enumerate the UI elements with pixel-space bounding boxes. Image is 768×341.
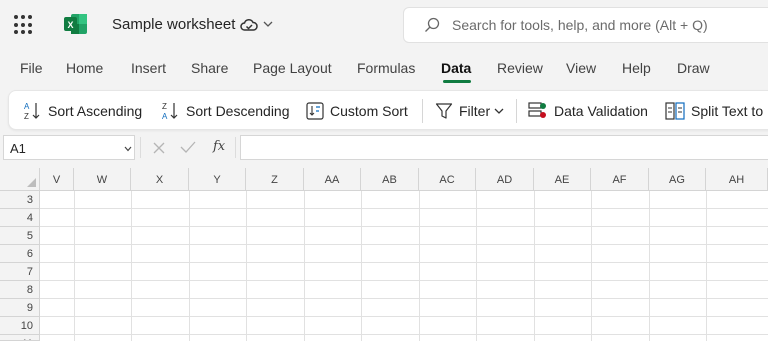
custom-sort-label: Custom Sort [330,103,408,119]
data-validation-label: Data Validation [554,103,648,119]
sort-ascending-icon: A Z [24,102,40,121]
row-header[interactable]: 9 [0,299,40,317]
close-icon[interactable] [152,141,166,155]
sort-descending-label: Sort Descending [186,103,290,119]
insert-function-icon[interactable]: fx [213,139,225,154]
column-header[interactable]: Y [189,168,246,191]
split-text-icon [665,102,685,120]
row-header[interactable]: 6 [0,245,40,263]
tab-home[interactable]: Home [66,60,103,76]
svg-text:Z: Z [162,102,167,111]
tab-help[interactable]: Help [622,60,651,76]
filter-label: Filter [459,103,491,119]
column-header[interactable]: AC [419,168,476,191]
custom-sort-button[interactable]: Custom Sort [306,100,408,122]
table-row[interactable] [40,299,768,317]
chevron-down-icon[interactable] [124,145,132,153]
active-tab-indicator [443,80,471,83]
ribbon-divider [516,99,517,123]
app-launcher-icon[interactable] [14,15,34,35]
name-box[interactable]: A1 [3,135,135,160]
data-validation-icon [528,102,546,118]
ribbon-divider [422,99,423,123]
formula-bar: A1 fx [0,134,768,162]
formula-divider [140,137,141,158]
search-icon [425,17,440,32]
search-box[interactable]: Search for tools, help, and more (Alt + … [403,7,768,43]
sort-ascending-label: Sort Ascending [48,103,143,119]
row-header[interactable]: 8 [0,281,40,299]
row-header[interactable]: 3 [0,191,40,209]
sort-ascending-button[interactable]: A Z Sort Ascending [24,100,142,122]
name-box-value: A1 [10,141,26,156]
column-header[interactable]: X [131,168,189,191]
column-header[interactable]: Z [246,168,304,191]
column-header[interactable]: AA [304,168,361,191]
row-header[interactable]: 4 [0,209,40,227]
table-row[interactable] [40,281,768,299]
chevron-down-icon [494,108,504,114]
column-header[interactable]: AE [534,168,591,191]
filter-button[interactable]: Filter [435,100,511,122]
tab-formulas[interactable]: Formulas [357,60,415,76]
tab-view[interactable]: View [566,60,596,76]
formula-divider [235,137,236,158]
table-row[interactable] [40,263,768,281]
search-placeholder: Search for tools, help, and more (Alt + … [452,17,708,33]
table-row[interactable] [40,227,768,245]
split-text-label: Split Text to [691,103,764,119]
filter-icon [435,103,453,119]
tab-review[interactable]: Review [497,60,543,76]
tab-draw[interactable]: Draw [677,60,710,76]
title-bar: X Sample worksheet Search for tools, hel… [0,0,768,50]
column-header[interactable]: AH [706,168,768,191]
tab-share[interactable]: Share [191,60,228,76]
tab-data[interactable]: Data [441,60,471,76]
select-all-corner[interactable] [0,168,40,191]
table-row[interactable] [40,209,768,227]
ribbon-tabs: File Home Insert Share Page Layout Formu… [0,50,768,86]
worksheet-grid[interactable]: V W X Y Z AA AB AC AD AE AF AG AH 3 4 5 … [0,168,768,341]
row-header[interactable]: 7 [0,263,40,281]
excel-logo-icon: X [64,14,87,34]
sort-descending-icon: Z A [162,102,178,121]
table-row[interactable] [40,245,768,263]
svg-text:A: A [162,112,168,121]
column-header[interactable]: AB [361,168,419,191]
svg-text:Z: Z [24,112,29,121]
table-row[interactable] [40,317,768,335]
data-validation-button[interactable]: Data Validation [528,100,648,122]
check-icon[interactable] [180,140,196,154]
row-header[interactable]: 5 [0,227,40,245]
data-ribbon: A Z Sort Ascending Z A Sort Descending C… [8,90,768,130]
custom-sort-icon [306,102,324,120]
column-header[interactable]: AF [591,168,649,191]
cloud-saved-icon[interactable] [240,17,258,33]
row-header[interactable]: 10 [0,317,40,335]
tab-file[interactable]: File [20,60,43,76]
svg-text:A: A [24,102,30,111]
tab-insert[interactable]: Insert [131,60,166,76]
chevron-down-icon[interactable] [263,19,273,29]
table-row[interactable] [40,191,768,209]
document-title[interactable]: Sample worksheet [112,16,235,33]
row-header[interactable]: 11 [0,335,40,341]
column-header[interactable]: AD [476,168,534,191]
svg-text:X: X [67,20,73,30]
column-header[interactable]: W [74,168,131,191]
tab-page-layout[interactable]: Page Layout [253,60,332,76]
column-header[interactable]: AG [649,168,706,191]
split-text-button[interactable]: Split Text to [665,100,763,122]
formula-input[interactable] [240,135,768,160]
sort-descending-button[interactable]: Z A Sort Descending [162,100,290,122]
column-header[interactable]: V [40,168,74,191]
